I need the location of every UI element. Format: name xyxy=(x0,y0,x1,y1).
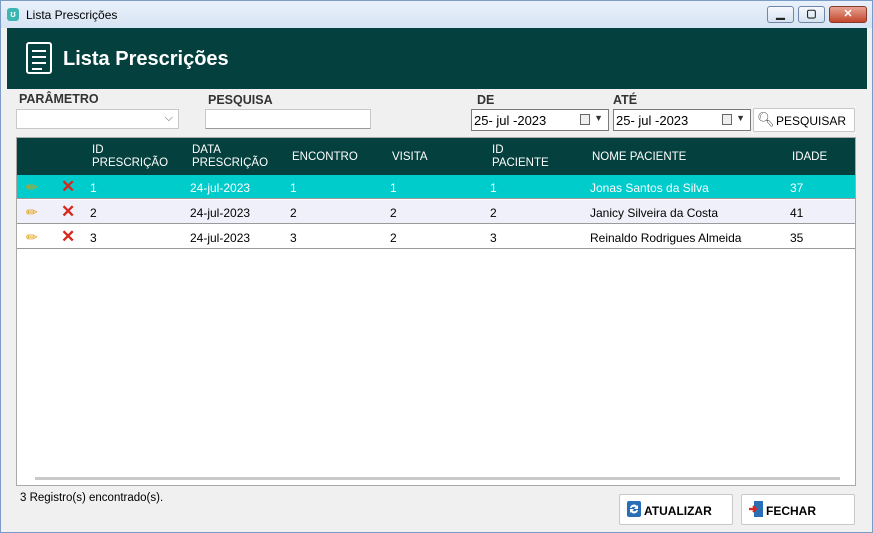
col-id-prescricao: ID PRESCRIÇÃO xyxy=(92,144,169,169)
magnifier-icon: 🔍︎ xyxy=(757,111,775,127)
delete-x-icon[interactable]: ✕ xyxy=(61,202,75,222)
minimize-icon: ▁ xyxy=(776,8,785,20)
cell-idade: 37 xyxy=(790,181,804,195)
title-bar: ʊ Lista Prescrições ▁ ▢ ✕ xyxy=(1,1,872,28)
list-checklist-icon xyxy=(26,42,52,74)
close-window-button[interactable]: ✕ xyxy=(829,6,867,23)
minimize-button[interactable]: ▁ xyxy=(767,6,794,23)
table-row[interactable]: ✏ ✕ 3 24-jul-2023 3 2 3 Reinaldo Rodrigu… xyxy=(17,225,855,249)
pesquisa-input[interactable] xyxy=(205,109,371,129)
maximize-button[interactable]: ▢ xyxy=(798,6,825,23)
cell-idade: 41 xyxy=(790,206,804,220)
close-icon: ✕ xyxy=(843,8,853,20)
cell-id: 2 xyxy=(90,206,97,220)
exit-door-icon xyxy=(749,501,763,517)
atualizar-button[interactable]: ATUALIZAR xyxy=(619,494,733,525)
de-date-picker[interactable]: 25- jul -2023 ▼ xyxy=(471,109,609,131)
cell-data: 24-jul-2023 xyxy=(190,206,251,220)
de-date-value: 25- jul -2023 xyxy=(474,113,547,128)
cell-visita: 2 xyxy=(390,206,397,220)
refresh-icon xyxy=(627,501,641,517)
col-nome-paciente: NOME PACIENTE xyxy=(592,151,687,163)
pesquisar-label: PESQUISAR xyxy=(776,114,847,128)
col-id-paciente: ID PACIENTE xyxy=(492,144,549,169)
cell-nome: Reinaldo Rodrigues Almeida xyxy=(590,231,742,245)
de-label: DE xyxy=(477,93,495,107)
parametro-select[interactable]: ⌵ xyxy=(16,109,179,129)
page-header: Lista Prescrições xyxy=(7,28,867,89)
fechar-label: FECHAR xyxy=(766,504,816,518)
col-encontro: ENCONTRO xyxy=(292,151,358,163)
parametro-label: PARÂMETRO xyxy=(19,92,99,106)
cell-data: 24-jul-2023 xyxy=(190,231,251,245)
cell-data: 24-jul-2023 xyxy=(190,181,251,195)
cell-id: 1 xyxy=(90,181,97,195)
calendar-icon xyxy=(580,114,590,125)
atualizar-label: ATUALIZAR xyxy=(644,504,712,518)
cell-idade: 35 xyxy=(790,231,804,245)
dropdown-arrow-icon: ▼ xyxy=(736,113,745,123)
cell-id-paciente: 1 xyxy=(490,181,497,195)
ate-label: ATÉ xyxy=(613,93,638,107)
cell-encontro: 1 xyxy=(290,181,297,195)
window: ʊ Lista Prescrições ▁ ▢ ✕ Lista Prescriç… xyxy=(0,0,873,533)
cell-id-paciente: 2 xyxy=(490,206,497,220)
delete-x-icon[interactable]: ✕ xyxy=(61,177,75,197)
cell-encontro: 2 xyxy=(290,206,297,220)
pesquisa-label: PESQUISA xyxy=(208,93,273,107)
app-tooth-icon: ʊ xyxy=(7,8,19,21)
window-title: Lista Prescrições xyxy=(26,8,118,22)
record-count: 3 Registro(s) encontrado(s). xyxy=(20,492,164,504)
pesquisar-button[interactable]: 🔍︎ PESQUISAR xyxy=(753,108,855,132)
maximize-icon: ▢ xyxy=(806,8,817,20)
prescriptions-table: ID PRESCRIÇÃO DATA PRESCRIÇÃO ENCONTRO V… xyxy=(16,137,856,486)
calendar-icon xyxy=(722,114,732,125)
pencil-icon[interactable]: ✏ xyxy=(26,204,38,221)
ate-date-value: 25- jul -2023 xyxy=(616,113,689,128)
table-header: ID PRESCRIÇÃO DATA PRESCRIÇÃO ENCONTRO V… xyxy=(17,138,855,175)
table-row[interactable]: ✏ ✕ 1 24-jul-2023 1 1 1 Jonas Santos da … xyxy=(17,175,855,199)
delete-x-icon[interactable]: ✕ xyxy=(61,227,75,247)
col-data-prescricao: DATA PRESCRIÇÃO xyxy=(192,144,269,169)
cell-visita: 2 xyxy=(390,231,397,245)
horizontal-scrollbar[interactable] xyxy=(35,477,840,480)
pencil-icon[interactable]: ✏ xyxy=(26,179,38,196)
ate-date-picker[interactable]: 25- jul -2023 ▼ xyxy=(613,109,751,131)
table-row[interactable]: ✏ ✕ 2 24-jul-2023 2 2 2 Janicy Silveira … xyxy=(17,200,855,224)
dropdown-arrow-icon: ▼ xyxy=(594,113,603,123)
cell-id-paciente: 3 xyxy=(490,231,497,245)
cell-nome: Jonas Santos da Silva xyxy=(590,181,709,195)
pencil-icon[interactable]: ✏ xyxy=(26,229,38,246)
cell-nome: Janicy Silveira da Costa xyxy=(590,206,719,220)
col-idade: IDADE xyxy=(792,151,828,163)
chevron-down-icon: ⌵ xyxy=(164,112,173,124)
page-title: Lista Prescrições xyxy=(63,48,229,70)
cell-encontro: 3 xyxy=(290,231,297,245)
cell-visita: 1 xyxy=(390,181,397,195)
fechar-button[interactable]: FECHAR xyxy=(741,494,855,525)
cell-id: 3 xyxy=(90,231,97,245)
col-visita: VISITA xyxy=(392,151,428,163)
